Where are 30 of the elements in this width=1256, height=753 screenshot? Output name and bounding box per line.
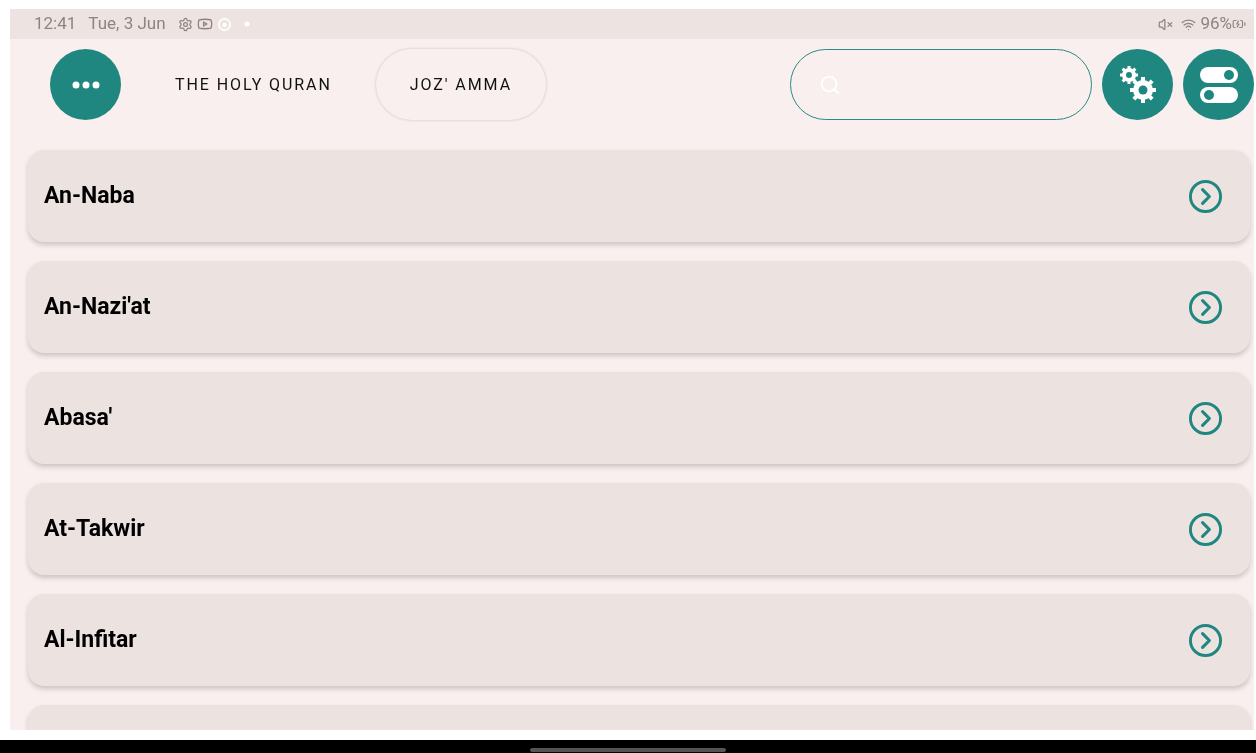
chevron-circle-icon	[1188, 400, 1223, 436]
video-icon	[196, 16, 213, 32]
surah-name: Abasa'	[44, 402, 114, 433]
surah-name: At-Takwir	[44, 513, 146, 544]
surah-card[interactable]: An-Naba	[28, 150, 1250, 242]
wifi-icon	[1181, 16, 1197, 32]
surah-card[interactable]: Al-Infitar	[28, 594, 1250, 686]
home-handle[interactable]	[530, 748, 726, 752]
chevron-circle-icon	[1188, 622, 1223, 658]
mute-icon	[1158, 16, 1174, 32]
more-icon	[71, 80, 100, 89]
toggles-icon	[1198, 65, 1239, 104]
chevron-circle-icon	[1188, 289, 1223, 325]
dot-icon	[243, 21, 250, 27]
chevron-circle-icon	[1188, 178, 1223, 214]
surah-name: An-Naba	[44, 180, 136, 211]
status-date: Tue, 3 Jun	[88, 12, 166, 36]
tab[interactable]: JOZ' AMMA	[375, 49, 546, 120]
tab[interactable]: THE HOLY QURAN	[143, 49, 364, 120]
status-time: 12:41	[34, 12, 77, 36]
surah-card[interactable]: An-Nazi'at	[28, 261, 1250, 353]
surah-card[interactable]: Abasa'	[28, 372, 1250, 464]
gear-icon	[177, 16, 193, 32]
surah-name: Al-Infitar	[44, 624, 138, 655]
surah-name: An-Nazi'at	[44, 291, 152, 322]
chevron-circle-icon	[1188, 511, 1223, 547]
circle-icon	[216, 16, 232, 32]
battery-icon	[1232, 17, 1246, 31]
surah-card[interactable]: At-Takwir	[28, 483, 1250, 575]
battery-percent: 96%	[1200, 12, 1232, 36]
